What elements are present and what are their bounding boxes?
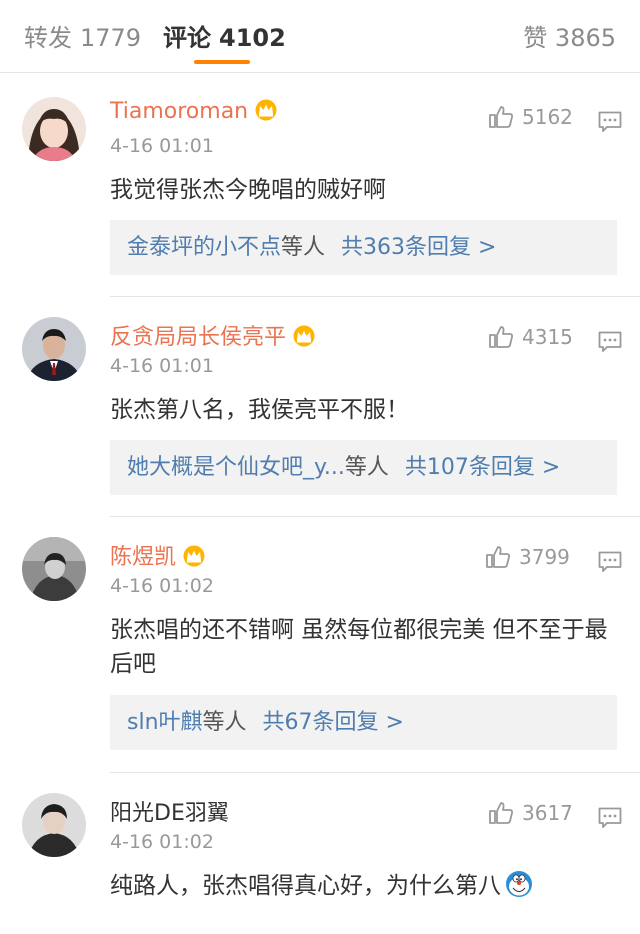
comment-time: 4-16 01:01 xyxy=(110,355,214,377)
vip-crown-icon xyxy=(292,325,316,353)
reply-users[interactable]: 她大概是个仙女吧_y... xyxy=(127,455,345,480)
tab-repost-label: 转发 xyxy=(24,24,72,52)
comment-text-body: 纯路人，张杰唱得真心好，为什么第八 xyxy=(110,873,501,899)
reply-suffix: 等人 xyxy=(202,710,247,735)
tab-likes-label: 赞 xyxy=(523,24,548,52)
username[interactable]: 反贪局局长侯亮平 xyxy=(110,319,316,353)
reply-total-link[interactable]: 共107条回复 > xyxy=(405,455,560,480)
divider xyxy=(110,772,640,773)
comment-time: 4-16 01:02 xyxy=(110,831,214,853)
reply-summary[interactable]: sln叶麒等人 共67条回复 > xyxy=(110,695,617,750)
reply-users[interactable]: 金泰坪的小不点 xyxy=(127,235,281,260)
comment-time: 4-16 01:01 xyxy=(110,135,214,157)
avatar[interactable] xyxy=(22,537,86,601)
tab-repost-count: 1779 xyxy=(80,24,142,52)
like-button[interactable]: 3617 xyxy=(488,801,573,825)
comment-text: 纯路人，张杰唱得真心好，为什么第八 xyxy=(110,869,620,908)
username[interactable]: 阳光DE羽翼 xyxy=(110,795,229,827)
thumbs-up-icon xyxy=(488,105,522,129)
like-count: 3799 xyxy=(519,545,570,569)
doraemon-face-icon xyxy=(505,870,533,908)
tab-comments[interactable]: 评论 4102 xyxy=(163,18,286,53)
like-count: 5162 xyxy=(522,105,573,129)
avatar[interactable] xyxy=(22,793,86,857)
reply-total-link[interactable]: 共67条回复 > xyxy=(263,710,404,735)
tab-comments-count: 4102 xyxy=(219,24,286,52)
comment-menu-icon[interactable] xyxy=(598,551,622,577)
comment-text: 我觉得张杰今晚唱的贼好啊 xyxy=(110,177,386,203)
tab-repost[interactable]: 转发 1779 xyxy=(24,18,141,53)
tab-bar: 转发 1779 评论 4102 赞 3865 xyxy=(0,0,640,73)
like-button[interactable]: 3799 xyxy=(485,545,570,569)
comment-time: 4-16 01:02 xyxy=(110,575,214,597)
active-tab-indicator xyxy=(194,60,250,64)
vip-crown-icon xyxy=(182,545,206,573)
comment-menu-icon[interactable] xyxy=(598,807,622,833)
divider xyxy=(110,516,640,517)
comment-menu-icon[interactable] xyxy=(598,331,622,357)
avatar[interactable] xyxy=(22,317,86,381)
reply-summary[interactable]: 金泰坪的小不点等人 共363条回复 > xyxy=(110,220,617,275)
username[interactable]: 陈煜凯 xyxy=(110,539,206,573)
username[interactable]: Tiamoroman xyxy=(110,99,278,127)
like-button[interactable]: 5162 xyxy=(488,105,573,129)
comment-text: 张杰第八名，我侯亮平不服！ xyxy=(110,397,409,423)
comment-menu-icon[interactable] xyxy=(598,111,622,137)
like-count: 3617 xyxy=(522,801,573,825)
vip-crown-icon xyxy=(254,99,278,127)
reply-total-link[interactable]: 共363条回复 > xyxy=(341,235,496,260)
avatar[interactable] xyxy=(22,97,86,161)
thumbs-up-icon xyxy=(488,325,522,349)
reply-summary[interactable]: 她大概是个仙女吧_y...等人 共107条回复 > xyxy=(110,440,617,495)
reply-users[interactable]: sln叶麒 xyxy=(127,710,203,735)
thumbs-up-icon xyxy=(488,801,522,825)
divider xyxy=(110,296,640,297)
like-button[interactable]: 4315 xyxy=(488,325,573,349)
thumbs-up-icon xyxy=(485,545,519,569)
reply-suffix: 等人 xyxy=(281,235,326,260)
comment-text: 张杰唱的还不错啊 虽然每位都很完美 但不至于最后吧 xyxy=(110,617,608,677)
tab-comments-label: 评论 xyxy=(163,24,211,52)
reply-suffix: 等人 xyxy=(344,455,389,480)
tab-likes-count: 3865 xyxy=(554,24,616,52)
tab-likes[interactable]: 赞 3865 xyxy=(523,18,616,53)
like-count: 4315 xyxy=(522,325,573,349)
